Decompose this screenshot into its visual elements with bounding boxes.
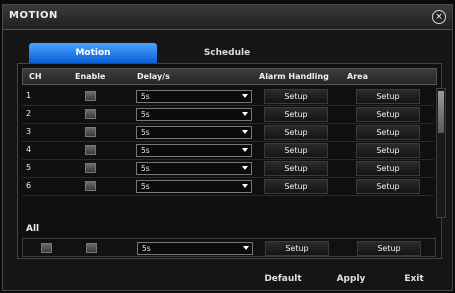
delay-value: 5s [141,146,150,155]
alarm-setup-button[interactable]: Setup [264,125,328,140]
enable-checkbox[interactable] [85,91,96,101]
all-label: All [26,224,40,234]
scrollbar-thumb[interactable] [438,91,444,133]
table-header: CH Enable Delay/s Alarm Handling Area [22,68,437,85]
chevron-down-icon [242,112,248,116]
channel-number: 3 [26,127,32,136]
chevron-down-icon [242,184,248,188]
tab-bar: Motion Schedule [13,43,443,63]
channel-number: 1 [26,91,32,100]
alarm-setup-button[interactable]: Setup [264,143,328,158]
tab-motion[interactable]: Motion [29,43,157,63]
delay-select[interactable]: 5s [136,144,252,157]
delay-value: 5s [141,182,150,191]
table-row: 2 5s Setup Setup [22,106,434,124]
exit-button[interactable]: Exit [394,269,434,289]
table-row: 6 5s Setup Setup [22,178,434,196]
enable-checkbox[interactable] [85,127,96,137]
enable-checkbox[interactable] [85,181,96,191]
motion-panel: CH Enable Delay/s Alarm Handling Area 1 … [17,63,446,259]
delay-select[interactable]: 5s [136,90,252,103]
table-scrollbar[interactable] [436,88,446,218]
chevron-down-icon [242,130,248,134]
close-icon[interactable]: × [432,10,446,24]
delay-select[interactable]: 5s [136,126,252,139]
tab-schedule[interactable]: Schedule [163,43,291,63]
all-delay-value: 5s [142,244,151,253]
chevron-down-icon [242,148,248,152]
table-row: 5 5s Setup Setup [22,160,434,178]
enable-all-checkbox[interactable] [86,243,97,253]
motion-window: MOTION × Motion Schedule CH Enable Delay… [2,4,453,291]
channel-number: 5 [26,163,32,172]
all-area-setup-button[interactable]: Setup [357,241,421,256]
channel-number: 4 [26,145,32,154]
enable-checkbox[interactable] [85,109,96,119]
default-button[interactable]: Default [253,269,313,289]
chevron-down-icon [242,166,248,170]
header-delay: Delay/s [137,72,170,81]
header-area: Area [347,72,368,81]
delay-select[interactable]: 5s [136,180,252,193]
all-delay-select[interactable]: 5s [137,242,253,255]
channel-number: 6 [26,181,32,190]
footer-bar: Default Apply Exit [3,269,452,291]
title-bar: MOTION × [3,5,452,30]
table-row: 1 5s Setup Setup [22,88,434,106]
alarm-setup-button[interactable]: Setup [264,89,328,104]
all-alarm-setup-button[interactable]: Setup [265,241,329,256]
channel-number: 2 [26,109,32,118]
delay-value: 5s [141,92,150,101]
delay-select[interactable]: 5s [136,162,252,175]
area-setup-button[interactable]: Setup [356,107,420,122]
area-setup-button[interactable]: Setup [356,161,420,176]
alarm-setup-button[interactable]: Setup [264,179,328,194]
chevron-down-icon [242,94,248,98]
chevron-down-icon [243,246,249,250]
alarm-setup-button[interactable]: Setup [264,107,328,122]
delay-value: 5s [141,128,150,137]
table-row: 4 5s Setup Setup [22,142,434,160]
area-setup-button[interactable]: Setup [356,143,420,158]
delay-value: 5s [141,164,150,173]
alarm-setup-button[interactable]: Setup [264,161,328,176]
area-setup-button[interactable]: Setup [356,179,420,194]
window-title: MOTION [9,10,58,21]
apply-button[interactable]: Apply [326,269,376,289]
header-enable: Enable [75,72,106,81]
area-setup-button[interactable]: Setup [356,125,420,140]
header-ch: CH [29,72,42,81]
table-row: 3 5s Setup Setup [22,124,434,142]
all-row: 5s Setup Setup [22,238,436,257]
select-all-checkbox[interactable] [41,243,52,253]
delay-select[interactable]: 5s [136,108,252,121]
area-setup-button[interactable]: Setup [356,89,420,104]
header-alarm-handling: Alarm Handling [259,72,329,81]
delay-value: 5s [141,110,150,119]
enable-checkbox[interactable] [85,163,96,173]
enable-checkbox[interactable] [85,145,96,155]
